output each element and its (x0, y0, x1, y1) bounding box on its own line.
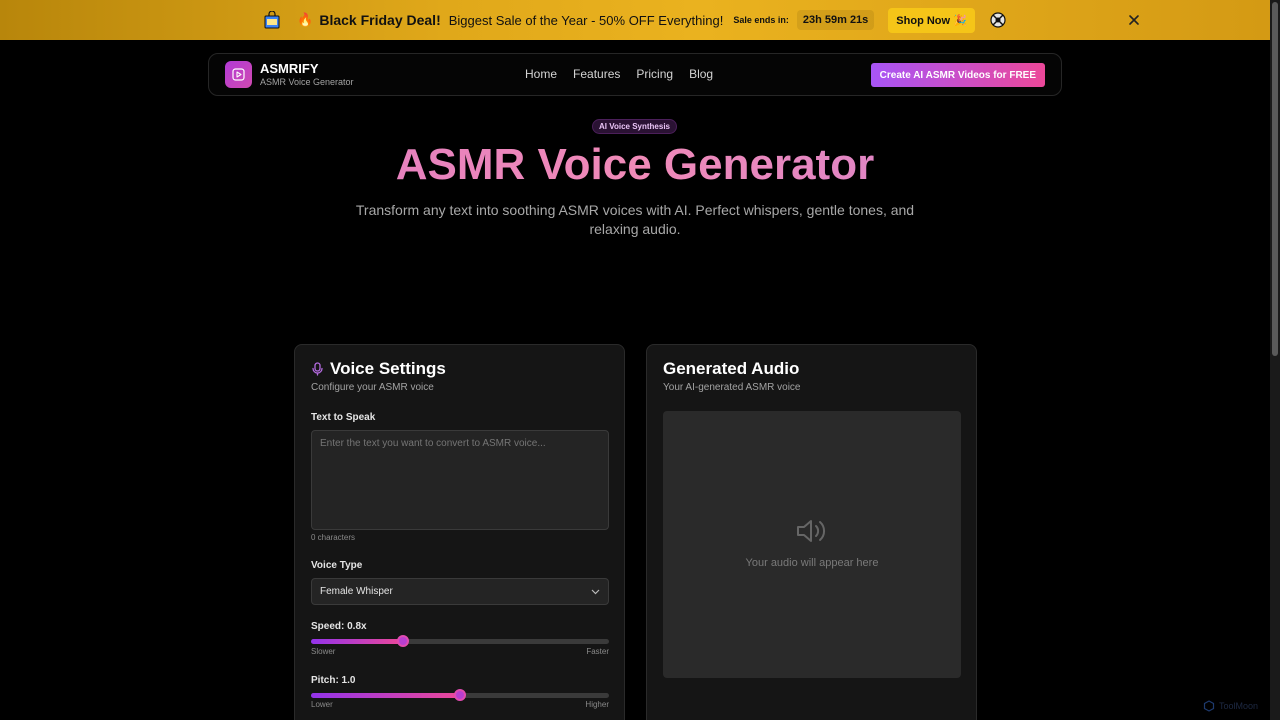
speed-min-label: Slower (311, 647, 336, 656)
pitch-label: Pitch: 1.0 (311, 675, 356, 686)
promo-subtitle: Biggest Sale of the Year - 50% OFF Every… (448, 12, 724, 28)
voice-settings-heading: Voice Settings (311, 359, 446, 379)
hero-subtitle: Transform any text into soothing ASMR vo… (355, 202, 915, 237)
voice-type-select[interactable]: Female Whisper (311, 578, 609, 605)
promo-content: 🔥 Black Friday Deal! Biggest Sale of the… (263, 7, 1007, 33)
text-to-speak-label: Text to Speak (311, 412, 376, 423)
create-videos-button[interactable]: Create AI ASMR Videos for FREE (870, 63, 1045, 87)
nav-link-pricing[interactable]: Pricing (636, 67, 673, 81)
generated-audio-subtitle: Your AI-generated ASMR voice (663, 382, 801, 393)
brand[interactable]: ASMRIFY ASMR Voice Generator (225, 61, 354, 88)
watermark-text: ToolMoon (1219, 701, 1259, 711)
voice-type-label: Voice Type (311, 560, 363, 571)
scrollbar-thumb[interactable] (1272, 2, 1278, 356)
fire-icon: 🔥 (297, 12, 314, 27)
shop-now-button[interactable]: Shop Now 🎉 (888, 7, 975, 33)
audio-empty-message: Your audio will appear here (745, 557, 879, 569)
hexagon-logo-icon (1203, 700, 1215, 712)
pitch-max-label: Higher (585, 700, 609, 709)
brand-name: ASMRIFY (260, 61, 319, 76)
speed-max-label: Faster (586, 647, 609, 656)
countdown-timer: 23h 59m 21s (796, 10, 875, 30)
speed-label: Speed: 0.8x (311, 621, 367, 632)
speed-slider[interactable] (311, 635, 609, 647)
voice-settings-card: Voice Settings Configure your ASMR voice… (294, 344, 625, 720)
voice-type-value: Female Whisper (320, 586, 393, 597)
microphone-icon (312, 362, 323, 376)
mascot-icon (990, 12, 1006, 28)
page-title: ASMR Voice Generator (0, 140, 1270, 190)
top-navbar: ASMRIFY ASMR Voice Generator Home Featur… (208, 53, 1062, 96)
generated-audio-card: Generated Audio Your AI-generated ASMR v… (646, 344, 977, 720)
nav-link-blog[interactable]: Blog (689, 67, 713, 81)
nav-link-features[interactable]: Features (573, 67, 620, 81)
page-scrollbar[interactable] (1270, 0, 1280, 720)
voice-settings-title: Voice Settings (330, 359, 446, 378)
nav-links: Home Features Pricing Blog (525, 67, 713, 81)
brand-tagline: ASMR Voice Generator (260, 77, 354, 87)
speed-fill (311, 639, 404, 644)
generated-audio-title: Generated Audio (663, 359, 800, 378)
play-icon (225, 61, 252, 88)
speaker-icon (797, 520, 826, 542)
character-count: 0 characters (311, 533, 356, 542)
speed-slider-handle[interactable] (397, 635, 410, 647)
watermark: ToolMoon (1203, 700, 1258, 712)
sale-ends-label: Sale ends in: (733, 15, 789, 25)
close-icon[interactable] (1126, 12, 1142, 28)
promo-banner: 🔥 Black Friday Deal! Biggest Sale of the… (0, 0, 1270, 40)
speed-scale: Slower Faster (311, 647, 609, 656)
nav-link-home[interactable]: Home (525, 67, 557, 81)
pitch-scale: Lower Higher (311, 700, 609, 709)
text-to-speak-input[interactable] (311, 430, 609, 530)
voice-settings-subtitle: Configure your ASMR voice (311, 382, 434, 393)
promo-deal-title: Black Friday Deal! (319, 12, 441, 28)
hero-badge: AI Voice Synthesis (592, 119, 677, 134)
pitch-min-label: Lower (311, 700, 333, 709)
pitch-fill (311, 693, 460, 698)
shopping-bag-icon (264, 11, 280, 29)
chevron-down-icon (591, 589, 600, 594)
audio-placeholder: Your audio will appear here (663, 411, 961, 678)
